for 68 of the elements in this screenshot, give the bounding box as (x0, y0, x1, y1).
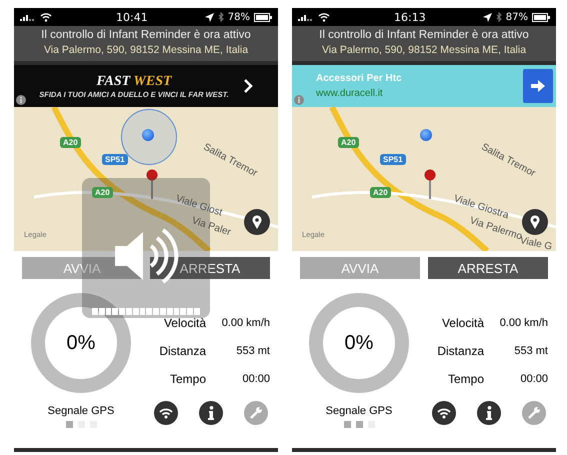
wifi-button[interactable] (154, 401, 178, 425)
wrench-icon (249, 406, 263, 420)
signal-icon (298, 13, 314, 21)
road-shield: SP51 (380, 154, 406, 165)
stat-value: 0.00 km/h (500, 317, 548, 329)
stat-value: 00:00 (520, 373, 548, 385)
battery-percent: 87% (506, 12, 528, 22)
stat-label: Distanza (158, 344, 206, 358)
info-icon (208, 406, 214, 420)
arrow-right-icon (531, 80, 545, 92)
road-shield: A20 (338, 137, 359, 148)
stat-value: 553 mt (514, 345, 548, 357)
arrow-button[interactable] (523, 69, 553, 103)
stat-label: Distanza (436, 344, 484, 358)
signal-icon (20, 13, 36, 21)
info-icon[interactable] (16, 95, 26, 105)
gps-signal-label: Segnale GPS (48, 405, 114, 417)
stat-value: 0.00 km/h (222, 317, 270, 329)
info-button[interactable] (477, 401, 501, 425)
stat-label: Tempo (168, 372, 206, 386)
wifi-icon (318, 12, 330, 22)
ad-banner[interactable]: Accessori Per Htc www.duracell.it (292, 65, 556, 107)
notification-title: Il controllo di Infant Reminder è ora attivo (318, 29, 530, 41)
stat-label: Velocità (440, 316, 484, 330)
road-shield: A20 (370, 187, 391, 198)
map-pin-icon[interactable] (146, 169, 158, 199)
bluetooth-icon (496, 12, 502, 22)
ad-logo-text: FAST WEST (95, 74, 173, 90)
stop-button[interactable]: ARRESTA (150, 257, 270, 279)
battery-percent: 78% (228, 12, 250, 22)
notification-address: Via Palermo, 590, 98152 Messina ME, Italia (320, 44, 528, 56)
notification-address: Via Palermo, 590, 98152 Messina ME, Italia (42, 44, 250, 56)
status-time: 16:13 (394, 10, 426, 24)
info-icon (486, 406, 492, 420)
wrench-icon (527, 406, 541, 420)
location-dot (142, 129, 154, 141)
wifi-icon (40, 12, 52, 22)
pin-icon (252, 215, 262, 229)
gps-signal-label: Segnale GPS (326, 405, 392, 417)
stop-button[interactable]: ARRESTA (428, 257, 548, 279)
wifi-button[interactable] (432, 401, 456, 425)
wifi-icon (437, 408, 451, 418)
stat-label: Velocità (162, 316, 206, 330)
road-shield: SP51 (102, 154, 128, 165)
pin-icon (530, 215, 540, 229)
stat-label: Tempo (446, 372, 484, 386)
info-button[interactable] (199, 401, 223, 425)
ad-url: www.duracell.it (316, 88, 384, 99)
battery-icon (254, 12, 272, 22)
chevron-right-icon (242, 78, 253, 94)
road-shield: A20 (92, 187, 113, 198)
notification-title: Il controllo di Infant Reminder è ora attivo (40, 29, 252, 41)
ad-title: Accessori Per Htc (316, 73, 403, 84)
bluetooth-icon (218, 12, 224, 22)
progress-percent: 0% (66, 332, 96, 354)
location-button[interactable] (522, 209, 548, 235)
map-pin-icon[interactable] (424, 169, 436, 199)
street-label: Via Paler (190, 215, 232, 238)
wifi-icon (159, 408, 173, 418)
battery-icon (532, 12, 550, 22)
status-time: 10:41 (116, 10, 148, 24)
location-arrow-icon (482, 12, 492, 22)
stat-value: 553 mt (236, 345, 270, 357)
road-shield: A20 (60, 137, 81, 148)
location-arrow-icon (204, 12, 214, 22)
progress-percent: 0% (344, 332, 374, 354)
stat-value: 00:00 (242, 373, 270, 385)
location-button[interactable] (244, 209, 270, 235)
